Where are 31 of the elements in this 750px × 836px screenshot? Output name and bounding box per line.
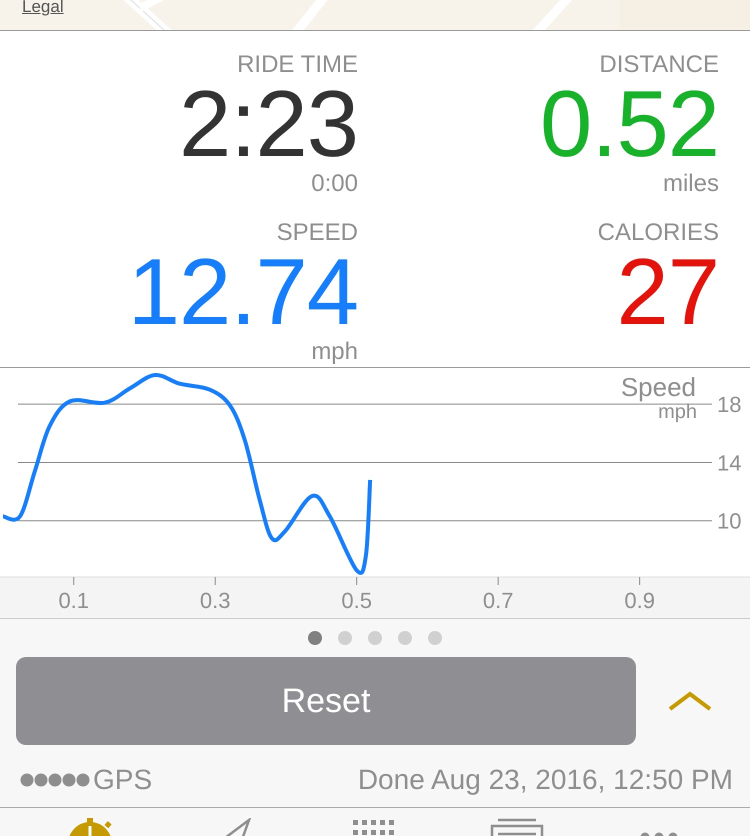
stat-value: 12.74 (128, 247, 358, 337)
page-dot[interactable] (398, 631, 412, 645)
axis-unit-label: mph (658, 401, 697, 423)
page-dot[interactable] (428, 631, 442, 645)
y-tick-label: 18 (717, 392, 742, 418)
stat-label: RIDE TIME (237, 51, 358, 79)
x-tick-label: 0.1 (58, 588, 90, 613)
x-tick-label: 0.3 (200, 588, 231, 613)
y-tick-label: 10 (717, 508, 742, 534)
legal-link[interactable]: Legal (22, 0, 64, 17)
x-tick-label: 0.9 (624, 588, 655, 613)
signal-icon (19, 772, 91, 788)
stat-value: 0.52 (540, 79, 719, 169)
page-dot[interactable] (368, 631, 382, 645)
chart-title: Speed (620, 372, 696, 402)
stat-unit: mph (311, 337, 358, 367)
stat-label: CALORIES (598, 219, 719, 247)
page-dot[interactable] (308, 631, 322, 645)
x-tick-label: 0.7 (482, 588, 514, 613)
stat-unit: miles (662, 169, 719, 199)
chevron-up-icon[interactable] (668, 691, 712, 711)
x-tick-label: 0.5 (341, 588, 372, 613)
done-time: Done Aug 23, 2016, 12:50 PM (358, 764, 733, 796)
stat-value: 2:23 (179, 79, 358, 169)
y-tick-label: 14 (717, 450, 742, 476)
stat-label: DISTANCE (599, 51, 719, 79)
stat-unit: 0:00 (311, 169, 358, 199)
gps-label: GPS (93, 764, 152, 796)
page-dot[interactable] (338, 631, 352, 645)
stat-value: 27 (616, 247, 719, 337)
stat-label: SPEED (276, 219, 358, 247)
